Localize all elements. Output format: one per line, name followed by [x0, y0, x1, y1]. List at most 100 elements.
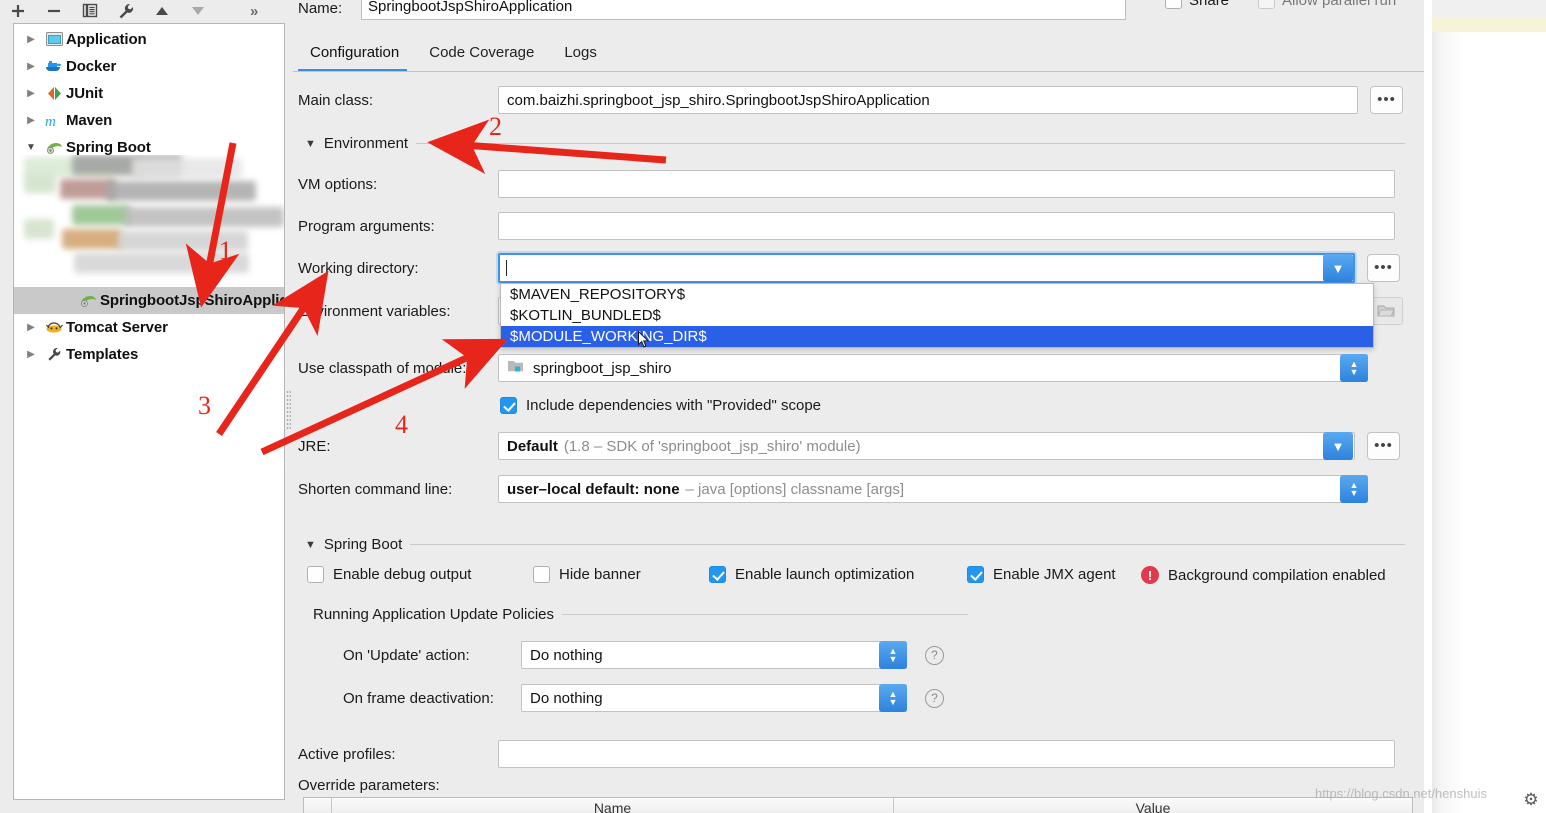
share-checkbox-wrapper[interactable]: Share — [1165, 0, 1229, 9]
spring-boot-section-title: Spring Boot — [323, 536, 403, 553]
tree-item-templates[interactable]: ▶ Templates — [14, 341, 284, 368]
editor-tabs[interactable]: Configuration Code Coverage Logs — [298, 40, 615, 72]
name-row: Name: SpringbootJspShiroApplication Shar… — [293, 0, 1424, 24]
toolbar-overflow-button[interactable]: » — [250, 3, 258, 20]
override-parameters-table[interactable]: Name Value — [303, 797, 1413, 813]
use-classpath-of-module-combo[interactable]: springboot_jsp_shiro — [498, 354, 1368, 382]
working-directory-label: Working directory: — [298, 259, 419, 277]
tree-item-tomcat-server[interactable]: ▶ Tomcat Server — [14, 314, 284, 341]
tab-code-coverage[interactable]: Code Coverage — [417, 40, 552, 69]
hide-banner-row[interactable]: Hide banner — [533, 566, 641, 583]
main-class-browse-button[interactable]: ••• — [1370, 86, 1403, 114]
gear-icon[interactable]: ⚙ — [1522, 791, 1540, 809]
enable-debug-output-checkbox[interactable] — [307, 566, 324, 583]
tree-item-maven[interactable]: ▶ m Maven — [14, 107, 284, 134]
use-classpath-of-module-label: Use classpath of module: — [298, 359, 467, 377]
move-up-icon[interactable] — [144, 0, 180, 22]
edit-templates-wrench-icon[interactable] — [108, 0, 144, 22]
program-arguments-label: Program arguments: — [298, 217, 435, 235]
working-directory-dropdown-arrow[interactable]: ▼ — [1323, 254, 1353, 282]
update-policies-title: Running Application Update Policies — [313, 606, 554, 623]
tab-logs[interactable]: Logs — [552, 40, 615, 69]
section-divider — [562, 614, 968, 615]
tree-item-spring-boot[interactable]: ▼ Spring Boot — [14, 134, 284, 161]
editor-background — [1432, 0, 1546, 813]
tab-configuration[interactable]: Configuration — [298, 40, 417, 72]
expand-arrow-icon[interactable]: ▶ — [20, 34, 42, 45]
module-icon — [507, 359, 524, 377]
dropdown-option-kotlin-bundled[interactable]: $KOTLIN_BUNDLED$ — [501, 305, 1373, 326]
share-checkbox[interactable] — [1165, 0, 1182, 9]
working-directory-input[interactable] — [498, 253, 1355, 283]
chevron-down-icon[interactable]: ▼ — [305, 539, 316, 551]
error-icon: ! — [1141, 566, 1159, 584]
include-dependencies-checkbox[interactable] — [500, 397, 517, 414]
on-update-action-spinner[interactable]: ▲ ▼ — [879, 641, 907, 669]
editor-highlight-strip — [1432, 18, 1546, 32]
jre-combo[interactable]: Default (1.8 – SDK of 'springboot_jsp_sh… — [498, 432, 1355, 460]
enable-jmx-agent-row[interactable]: Enable JMX agent — [967, 566, 1116, 583]
jre-dropdown-arrow[interactable]: ▼ — [1323, 432, 1353, 460]
allow-parallel-run-checkbox[interactable] — [1258, 0, 1275, 9]
active-profiles-input[interactable] — [498, 740, 1395, 768]
expand-arrow-icon[interactable]: ▶ — [20, 61, 42, 72]
enable-launch-optimization-row[interactable]: Enable launch optimization — [709, 566, 914, 583]
program-arguments-input[interactable] — [498, 212, 1395, 240]
environment-section-header[interactable]: ▼ Environment — [305, 135, 1405, 152]
watermark: https://blog.csdn.net/henshuis — [1315, 786, 1488, 801]
dropdown-option-module-working-dir[interactable]: $MODULE_WORKING_DIR$ — [501, 326, 1373, 347]
maven-icon: m — [42, 113, 66, 129]
annotation-number-1: 1 — [219, 236, 232, 265]
spring-boot-section-header[interactable]: ▼ Spring Boot — [305, 536, 1405, 553]
main-class-input[interactable]: com.baizhi.springboot_jsp_shiro.Springbo… — [498, 86, 1358, 114]
jre-value-detail: (1.8 – SDK of 'springboot_jsp_shiro' mod… — [563, 437, 861, 455]
on-frame-deactivation-row: On frame deactivation: Do nothing ▲ ▼ ? — [343, 684, 944, 712]
hide-banner-checkbox[interactable] — [533, 566, 550, 583]
enable-jmx-agent-checkbox[interactable] — [967, 566, 984, 583]
on-frame-deactivation-combo[interactable]: Do nothing — [521, 684, 907, 712]
shorten-command-line-label: Shorten command line: — [298, 480, 453, 498]
working-directory-row: Working directory: ▼ ••• — [298, 253, 1400, 283]
tree-item-docker[interactable]: ▶ Docker — [14, 53, 284, 80]
shorten-command-line-combo[interactable]: user–local default: none – java [options… — [498, 475, 1368, 503]
tree-item-application[interactable]: ▶ Application — [14, 26, 284, 53]
tree-item-label: Docker — [66, 58, 117, 75]
collapse-arrow-icon[interactable]: ▼ — [20, 142, 42, 153]
table-header-name[interactable]: Name — [332, 798, 894, 813]
use-classpath-of-module-row: Use classpath of module: springboot_jsp_… — [298, 354, 1368, 382]
tree-item-junit[interactable]: ▶ JUnit — [14, 80, 284, 107]
panel-splitter[interactable] — [286, 390, 291, 430]
shorten-command-line-spinner[interactable]: ▲ ▼ — [1340, 475, 1368, 503]
working-directory-dropdown-popup[interactable]: $MAVEN_REPOSITORY$ $KOTLIN_BUNDLED$ $MOD… — [500, 283, 1374, 348]
chevron-down-icon[interactable]: ▼ — [305, 138, 316, 150]
section-divider — [416, 143, 1405, 144]
expand-arrow-icon[interactable]: ▶ — [20, 349, 42, 360]
dropdown-option-maven-repository[interactable]: $MAVEN_REPOSITORY$ — [501, 284, 1373, 305]
name-input[interactable]: SpringbootJspShiroApplication — [361, 0, 1126, 20]
allow-parallel-run-wrapper[interactable]: Allow parallel run — [1258, 0, 1396, 9]
enable-launch-optimization-checkbox[interactable] — [709, 566, 726, 583]
vm-options-input[interactable] — [498, 170, 1395, 198]
working-directory-browse-button[interactable]: ••• — [1367, 254, 1400, 282]
move-down-icon[interactable] — [180, 0, 216, 22]
remove-configuration-button[interactable] — [36, 0, 72, 22]
tomcat-icon — [42, 320, 66, 335]
expand-arrow-icon[interactable]: ▶ — [20, 115, 42, 126]
use-classpath-of-module-spinner[interactable]: ▲ ▼ — [1340, 354, 1368, 382]
on-frame-deactivation-spinner[interactable]: ▲ ▼ — [879, 684, 907, 712]
add-configuration-button[interactable] — [0, 0, 36, 22]
tree-item-springbootjspshiroapplication[interactable]: SpringbootJspShiroApplica — [14, 287, 284, 314]
on-update-action-combo[interactable]: Do nothing — [521, 641, 907, 669]
configurations-tree[interactable]: ▶ Application ▶ Docker ▶ JUnit ▶ m Maven… — [13, 23, 285, 800]
on-update-action-help-icon[interactable]: ? — [925, 645, 944, 665]
expand-arrow-icon[interactable]: ▶ — [20, 88, 42, 99]
jre-browse-button[interactable]: ••• — [1367, 432, 1400, 460]
enable-debug-output-row[interactable]: Enable debug output — [307, 566, 471, 583]
include-dependencies-row[interactable]: Include dependencies with "Provided" sco… — [500, 397, 821, 414]
on-frame-deactivation-help-icon[interactable]: ? — [925, 688, 944, 708]
environment-variables-label: Environment variables: — [298, 302, 451, 320]
environment-variables-folder-icon[interactable] — [1369, 297, 1403, 325]
jre-label: JRE: — [298, 437, 331, 455]
expand-arrow-icon[interactable]: ▶ — [20, 322, 42, 333]
copy-configuration-icon[interactable] — [72, 0, 108, 22]
